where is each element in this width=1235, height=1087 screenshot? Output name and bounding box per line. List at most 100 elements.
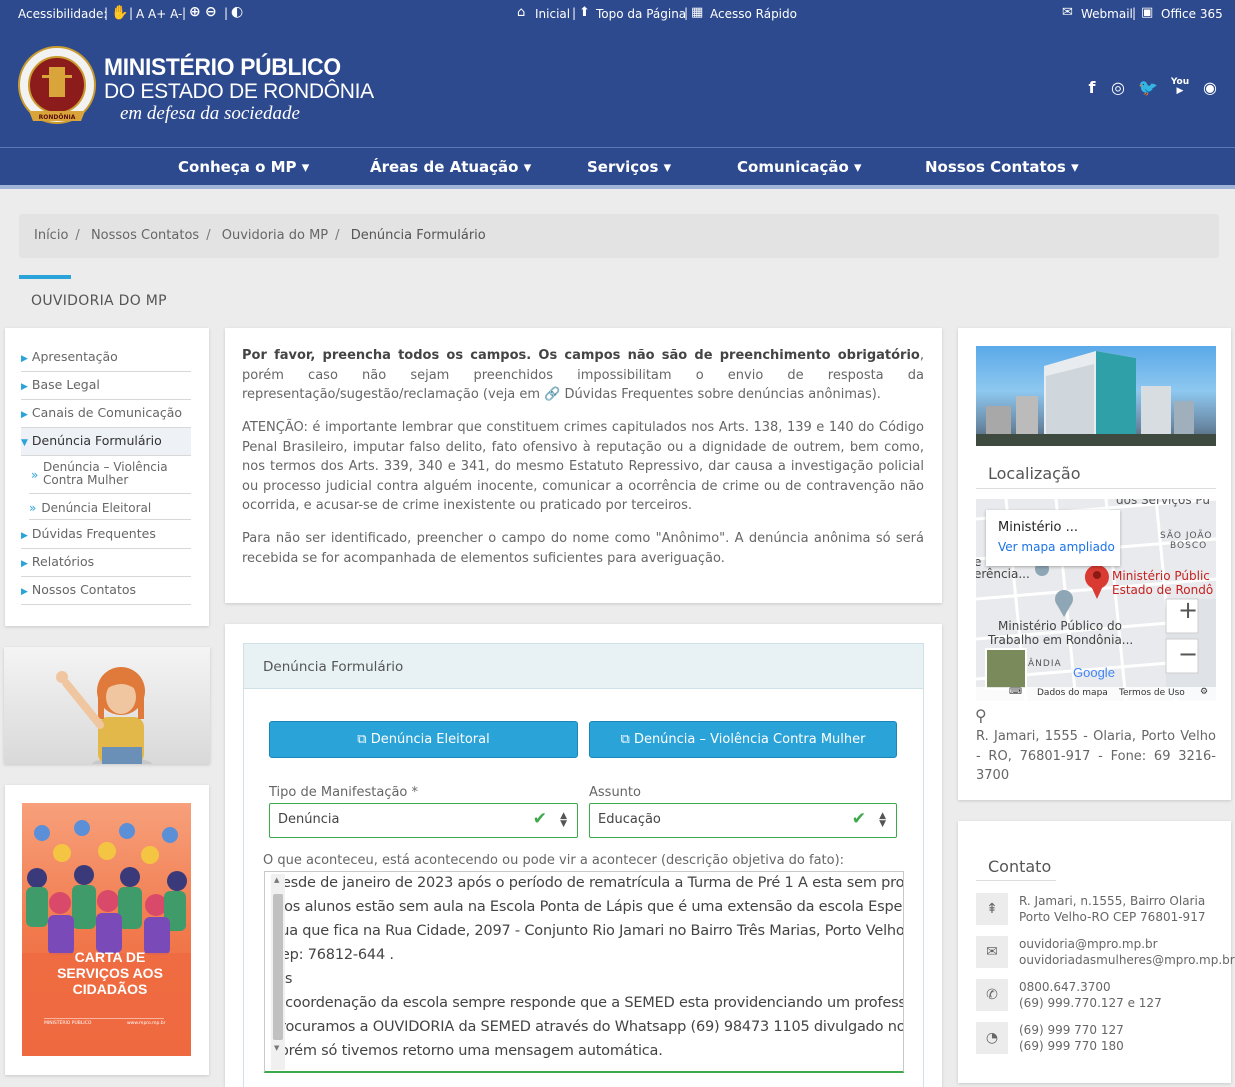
page-title: OUVIDORIA DO MP <box>31 293 167 309</box>
check-icon: ✔ <box>532 809 547 829</box>
breadcrumb-nossos-contatos[interactable]: Nossos Contatos <box>91 228 199 243</box>
textarea-line: A coordenação da escola sempre responde … <box>271 995 904 1011</box>
map-info-card: Ministério ... Ver mapa ampliado <box>986 510 1120 566</box>
map-pin-label: Ministério Públic Estado de Rondô <box>1112 569 1214 597</box>
map-label: dos Serviços Pu <box>1116 499 1211 507</box>
arrow-up-circle-icon: ⬆ <box>579 5 590 20</box>
home-link[interactable]: Inicial <box>535 7 570 21</box>
caret-right-icon: ▶ <box>21 587 28 597</box>
instructions-paragraph-2: ATENÇÃO: é importante lembrar que consti… <box>242 420 924 513</box>
carta-servicos-banner[interactable]: CARTA DE SERVIÇOS AOS CIDADÃOS MINISTÉRI… <box>22 803 191 1056</box>
zoom-in-button[interactable]: + <box>1178 597 1198 623</box>
contrast-icon[interactable]: ◐ <box>231 4 243 20</box>
caret-down-icon: ▼ <box>21 438 28 448</box>
office365-link[interactable]: Office 365 <box>1161 7 1223 21</box>
sidebar-item-apresentacao[interactable]: ▶ Apresentação <box>21 344 191 372</box>
zoom-out-icon[interactable]: ⊖ <box>205 4 217 20</box>
textarea-line: porém só tivemos retorno uma mensagem au… <box>271 1043 663 1059</box>
separator: | <box>224 6 229 20</box>
select-arrows-icon: ▲ ▼ <box>560 811 567 829</box>
facebook-icon[interactable]: f <box>1082 78 1102 98</box>
webmail-link[interactable]: Webmail <box>1081 7 1133 21</box>
sidebar-item-duvidas[interactable]: ▶ Dúvidas Frequentes <box>21 521 191 549</box>
instructions-panel: Por favor, preencha todos os campos. Os … <box>225 328 942 603</box>
textarea-line: procuramos a OUVIDORIA da SEMED através … <box>271 1019 904 1035</box>
youtube-icon[interactable]: You ▶ <box>1170 78 1190 98</box>
home-icon: ⌂ <box>517 5 526 20</box>
building-image <box>976 351 1216 446</box>
font-size-controls[interactable]: A A+ A- <box>136 7 182 21</box>
zoom-out-button[interactable]: − <box>1178 641 1198 667</box>
breadcrumb-ouvidoria[interactable]: Ouvidoria do MP <box>222 228 328 243</box>
virtual-assistant-avatar[interactable] <box>4 647 210 770</box>
breadcrumb-current: Denúncia Formulário <box>350 228 486 243</box>
quick-access-link[interactable]: Acesso Rápido <box>710 7 797 21</box>
denuncia-violencia-mulher-button[interactable]: ⧉ Denúncia – Violência Contra Mulher <box>589 721 897 758</box>
separator: | <box>684 6 689 20</box>
zoom-in-icon[interactable]: ⊕ <box>189 4 201 20</box>
textarea-line: e os alunos estão sem aula na Escola Pon… <box>271 899 904 915</box>
map-label-mpt: Ministério Público do Trabalho em Rondôni… <box>988 619 1134 647</box>
flickr-icon[interactable]: ◉ <box>1200 78 1220 98</box>
instructions-paragraph-3: Para não ser identificado, preencher o c… <box>242 531 924 566</box>
scroll-down-arrow: ▼ <box>274 1044 280 1052</box>
breadcrumb: Início / Nossos Contatos / Ouvidoria do MP… <box>19 214 1219 258</box>
map-card-title: Ministério ... <box>998 520 1078 535</box>
whatsapp-icon: ◔ <box>976 1022 1008 1054</box>
sidebar-subitem-eleitoral[interactable]: » Denúncia Eleitoral <box>29 500 191 520</box>
description-textarea[interactable]: Desde de janeiro de 2023 após o período … <box>264 871 904 1073</box>
map-marker-icon: ⚲ <box>975 706 987 725</box>
nav-conheca-mp[interactable]: Conheça o MP ▾ <box>178 158 309 176</box>
chevron-right-icon: » <box>31 468 39 482</box>
carta-footer-left: MINISTÉRIO PÚBLICO <box>44 1021 92 1026</box>
sidebar-item-relatorios[interactable]: ▶ Relatórios <box>21 549 191 577</box>
map-card-link[interactable]: Ver mapa ampliado <box>998 540 1115 554</box>
link-icon: 🔗 <box>544 387 561 402</box>
avatar-illustration <box>56 667 152 770</box>
gear-icon[interactable]: ⚙ <box>1200 687 1208 697</box>
assunto-select[interactable]: Educação ✔ ▲ ▼ <box>589 803 897 838</box>
logo-tagline: em defesa da sociedade <box>120 103 300 124</box>
contact-address: R. Jamari, n.1555, Bairro Olaria Porto Ve… <box>1019 894 1206 924</box>
sidebar-item-canais[interactable]: ▶ Canais de Comunicação <box>21 400 191 428</box>
separator: | <box>104 6 109 20</box>
chevron-right-icon: » <box>29 501 37 515</box>
scroll-up-arrow: ▲ <box>274 876 280 884</box>
twitter-icon[interactable]: 🐦 <box>1138 78 1158 98</box>
sidebar-item-nossos-contatos[interactable]: ▶ Nossos Contatos <box>21 577 191 605</box>
tipo-manifestacao-label: Tipo de Manifestação * <box>269 785 419 800</box>
nav-areas-atuacao[interactable]: Áreas de Atuação ▾ <box>370 158 531 176</box>
breadcrumb-inicio[interactable]: Início <box>34 228 68 243</box>
map-data-link[interactable]: Dados do mapa <box>1037 688 1108 698</box>
instagram-icon[interactable]: ◎ <box>1108 78 1128 98</box>
nav-servicos[interactable]: Serviços ▾ <box>587 158 671 176</box>
map-terms-link[interactable]: Termos de Uso <box>1119 688 1185 698</box>
signpost-icon: ⇞ <box>976 893 1008 925</box>
caret-right-icon: ▶ <box>21 410 28 420</box>
map-label: erência... <box>976 567 1030 581</box>
sign-language-icon[interactable]: ✋ <box>111 5 128 21</box>
map-label: SÃO JOÃO <box>1160 531 1213 541</box>
tipo-manifestacao-select[interactable]: Denúncia ✔ ▲ ▼ <box>269 803 578 838</box>
seal-bottom-text: RONDÔNIA <box>39 114 76 121</box>
email-link[interactable]: ouvidoria@mpro.mp.br <box>1019 936 1235 952</box>
nav-comunicacao[interactable]: Comunicação ▾ <box>737 158 862 176</box>
sidebar-item-base-legal[interactable]: ▶ Base Legal <box>21 372 191 400</box>
location-address: R. Jamari, 1555 - Olaria, Porto Velho - … <box>976 729 1216 783</box>
denuncia-eleitoral-button[interactable]: ⧉ Denúncia Eleitoral <box>269 721 578 758</box>
accessibility-label: Acessibilidade: <box>18 7 108 21</box>
top-of-page-link[interactable]: Topo da Página <box>596 7 686 21</box>
office-icon: ▣ <box>1141 5 1154 20</box>
faq-link[interactable]: Dúvidas Frequentes sobre denúncias anôni… <box>565 387 881 402</box>
building-photo <box>976 346 1216 446</box>
sidebar-item-denuncia-formulario[interactable]: ▼ Denúncia Formulário <box>21 428 191 456</box>
sidebar-subitem-violencia-mulher[interactable]: » Denúncia – Violência Contra Mulher <box>29 461 191 494</box>
map-label: BOSCO <box>1170 541 1208 551</box>
mp-seal-logo[interactable]: RONDÔNIA <box>17 45 97 130</box>
separator: | <box>129 6 134 20</box>
email-link[interactable]: ouvidoriadasmulheres@mpro.mp.br <box>1019 952 1235 968</box>
envelope-open-icon: ✉ <box>1062 5 1073 20</box>
nav-nossos-contatos[interactable]: Nossos Contatos ▾ <box>925 158 1079 176</box>
textarea-line: Desde de janeiro de 2023 após o período … <box>271 875 904 891</box>
textarea-scrollbar[interactable]: ▲ ▼ <box>271 874 285 1070</box>
